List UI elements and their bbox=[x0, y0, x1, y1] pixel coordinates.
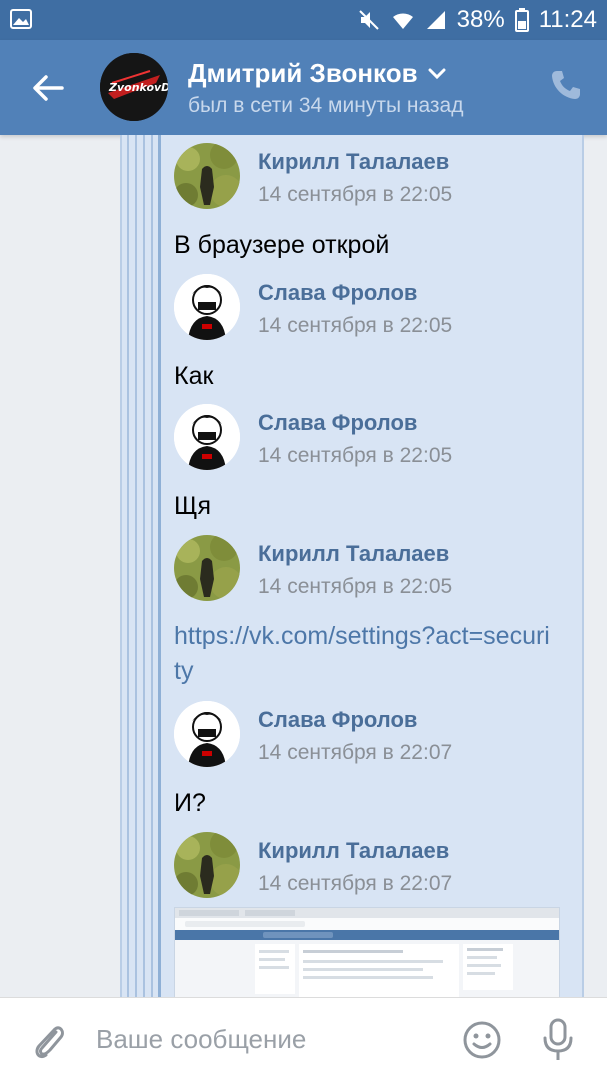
clock-text: 11:24 bbox=[538, 6, 597, 33]
signal-icon bbox=[426, 11, 445, 29]
message-text: Щя bbox=[174, 492, 211, 520]
status-bar: 38% 11:24 bbox=[0, 0, 607, 40]
message-author[interactable]: Кирилл Талалаев bbox=[258, 541, 449, 567]
avatar-photo bbox=[174, 535, 240, 601]
thread-stripe bbox=[135, 135, 137, 997]
chat-header: ZvonkovD Дмитрий Звонков был в сети 34 м… bbox=[0, 40, 607, 135]
message-author[interactable]: Слава Фролов bbox=[258, 707, 417, 733]
message-link[interactable]: https://vk.com/settings?act=security bbox=[174, 619, 554, 689]
svg-text:ZvonkovD: ZvonkovD bbox=[108, 81, 168, 94]
contact-name: Дмитрий Звонков bbox=[188, 58, 418, 88]
status-right: 38% 11:24 bbox=[357, 0, 597, 40]
avatar[interactable]: ZvonkovD bbox=[100, 53, 168, 121]
avatar-photo bbox=[174, 832, 240, 898]
message-time: 14 сентября в 22:07 bbox=[258, 872, 453, 895]
wifi-icon bbox=[392, 13, 413, 29]
last-seen: был в сети 34 минуты назад bbox=[188, 94, 464, 117]
message-author[interactable]: Слава Фролов bbox=[258, 280, 417, 306]
chevron-down-icon[interactable] bbox=[428, 68, 446, 80]
message-composer: Ваше сообщение bbox=[0, 997, 607, 1081]
thread-stripe bbox=[127, 135, 129, 997]
message-input[interactable]: Ваше сообщение bbox=[96, 1024, 306, 1055]
message-avatar[interactable] bbox=[174, 404, 240, 470]
message-list[interactable]: Кирилл Талалаев 14 сентября в 22:05 В бр… bbox=[0, 135, 607, 997]
message-author[interactable]: Кирилл Талалаев bbox=[258, 149, 449, 175]
message-avatar[interactable] bbox=[174, 274, 240, 340]
message-text: В браузере открой bbox=[174, 231, 390, 259]
microphone-icon[interactable] bbox=[540, 1018, 576, 1062]
battery-text: 38% bbox=[456, 6, 505, 33]
phone-icon[interactable] bbox=[549, 68, 583, 102]
message-avatar[interactable] bbox=[174, 832, 240, 898]
message-time: 14 сентября в 22:05 bbox=[258, 183, 453, 206]
chat-title[interactable]: Дмитрий Звонков bbox=[188, 58, 446, 89]
back-arrow-icon[interactable] bbox=[28, 68, 68, 108]
avatar-photo bbox=[174, 404, 240, 470]
message-avatar[interactable] bbox=[174, 701, 240, 767]
gallery-icon bbox=[10, 9, 32, 29]
message-author[interactable]: Кирилл Талалаев bbox=[258, 838, 449, 864]
message-time: 14 сентября в 22:05 bbox=[258, 444, 453, 467]
thread-stripe bbox=[143, 135, 145, 997]
message-text: И? bbox=[174, 789, 206, 817]
image-attachment[interactable] bbox=[174, 907, 560, 997]
message-time: 14 сентября в 22:05 bbox=[258, 575, 453, 598]
message-time: 14 сентября в 22:07 bbox=[258, 741, 453, 764]
attachment-preview bbox=[175, 908, 559, 997]
avatar-photo bbox=[174, 274, 240, 340]
avatar-photo bbox=[174, 701, 240, 767]
message-avatar[interactable] bbox=[174, 143, 240, 209]
attach-icon[interactable] bbox=[30, 1020, 66, 1060]
message-text: Как bbox=[174, 362, 214, 390]
avatar-photo bbox=[174, 143, 240, 209]
emoji-icon[interactable] bbox=[462, 1020, 502, 1060]
thread-stripe bbox=[151, 135, 153, 997]
avatar-logo: ZvonkovD bbox=[100, 53, 168, 121]
message-time: 14 сентября в 22:05 bbox=[258, 314, 453, 337]
battery-icon bbox=[514, 8, 529, 32]
mute-icon bbox=[358, 10, 379, 30]
thread-stripe bbox=[158, 135, 161, 997]
message-avatar[interactable] bbox=[174, 535, 240, 601]
message-author[interactable]: Слава Фролов bbox=[258, 410, 417, 436]
